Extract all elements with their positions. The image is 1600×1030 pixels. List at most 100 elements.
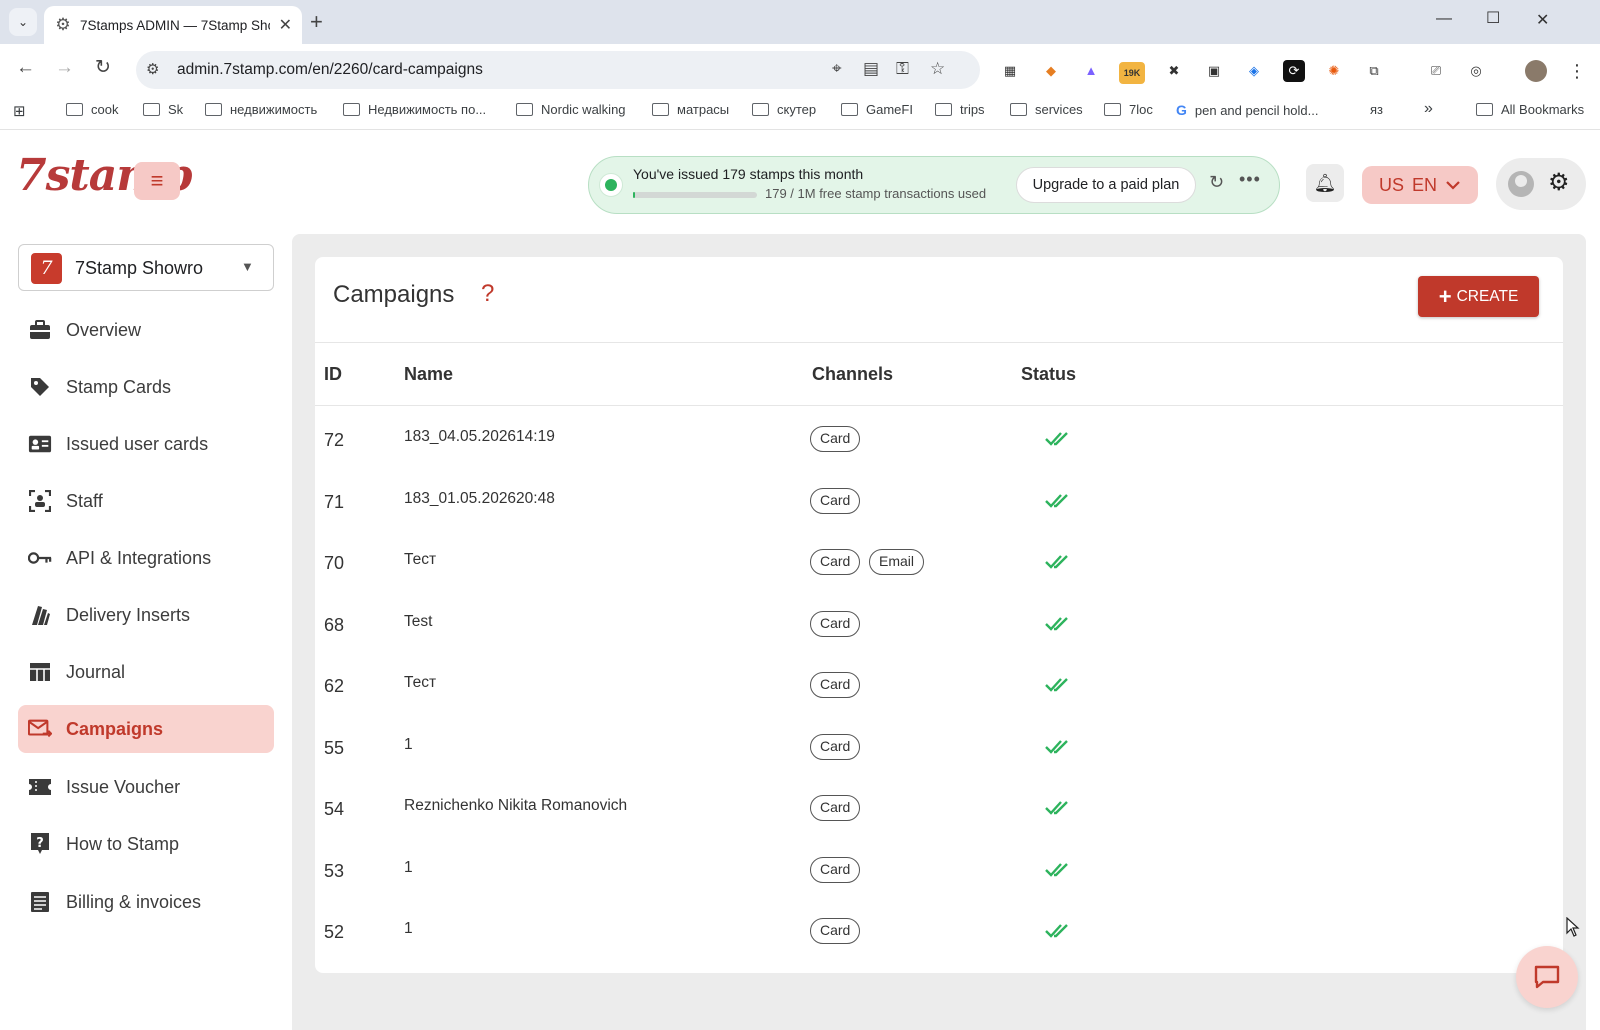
bookmark-realty[interactable]: недвижимость [205,102,317,117]
back-icon[interactable]: ← [16,57,35,79]
all-bookmarks[interactable]: All Bookmarks [1476,102,1584,117]
bookmark-sk[interactable]: Sk [143,102,183,117]
table-row[interactable]: 71 183_01.05.202620:48 Card [315,468,1563,531]
sidebar-item-issued-user-cards[interactable]: Issued user cards [18,420,274,468]
column-status[interactable]: Status [1021,364,1076,385]
notifications-bell-icon[interactable]: 🔔︎ [1306,164,1344,202]
more-bookmarks-icon[interactable]: » [1424,100,1433,118]
browser-menu-icon[interactable]: ⋮ [1566,60,1588,82]
column-channels[interactable]: Channels [812,364,893,385]
tab-search-button[interactable]: ⌄ [9,8,37,36]
create-campaign-button[interactable]: + CREATE [1418,276,1539,317]
sidebar-item-staff[interactable]: Staff [18,477,274,525]
sidebar-item-issue-voucher[interactable]: Issue Voucher [18,763,274,811]
column-id[interactable]: ID [324,364,342,385]
campaign-name[interactable]: 1 [404,736,413,754]
shop-selector[interactable]: 7 7Stamp Showro ▼ [18,244,274,291]
gear-favicon-icon: ⚙ [55,15,71,34]
qr-code-extension-icon[interactable]: ▣ [1203,60,1225,82]
screenshot-icon[interactable]: ◎ [1465,60,1487,82]
bookmark-mattresses[interactable]: матрасы [652,102,729,117]
table-row[interactable]: 62 Тест Card [315,652,1563,715]
maximize-icon[interactable]: ☐ [1486,8,1500,28]
bookmark-cook[interactable]: cook [66,102,118,117]
chat-button[interactable] [1516,946,1578,1008]
qr-extension-icon[interactable]: ▦ [999,60,1021,82]
table-row[interactable]: 55 1 Card [315,714,1563,777]
refresh-icon[interactable]: ↻ [1209,172,1224,193]
campaign-name[interactable]: 183_01.05.202620:48 [404,490,555,508]
sidebar-item-campaigns[interactable]: Campaigns [18,705,274,753]
table-row[interactable]: 54 Reznichenko Nikita Romanovich Card [315,775,1563,838]
folder-icon [516,103,533,116]
sidebar-item-how-to-stamp[interactable]: ? How to Stamp [18,820,274,868]
tag-extension-icon[interactable]: ◈ [1243,60,1265,82]
table-row[interactable]: 72 183_04.05.202614:19 Card [315,406,1563,469]
invoice-icon [28,891,52,913]
cast-icon[interactable]: ⎚ [1425,60,1447,82]
bookmark-7loc[interactable]: 7loc [1104,102,1153,117]
window-close-icon[interactable]: ✕ [1536,10,1549,30]
sidebar-item-stamp-cards[interactable]: Stamp Cards [18,363,274,411]
table-row[interactable]: 53 1 Card [315,837,1563,900]
column-name[interactable]: Name [404,364,453,385]
minimize-icon[interactable]: — [1436,10,1452,28]
address-bar[interactable]: ⚙ admin.7stamp.com/en/2260/card-campaign… [136,51,980,89]
language-selector[interactable]: US EN [1362,166,1478,204]
avatar[interactable] [1508,171,1534,197]
clipboard-icon[interactable]: ▤ [863,59,879,79]
reload-icon[interactable]: ↻ [95,57,111,79]
campaign-name[interactable]: Test [404,613,432,631]
campaign-name[interactable]: 1 [404,920,413,938]
sidebar-item-overview[interactable]: Overview [18,306,274,354]
settings-gear-icon[interactable]: ⚙ [1548,170,1570,196]
bookmark-services[interactable]: services [1010,102,1083,117]
puzzle-x-extension-icon[interactable]: ✖ [1163,60,1185,82]
menu-toggle-button[interactable]: ≡ [134,162,180,200]
password-key-icon[interactable]: ⚿ [896,59,909,79]
sidebar-item-api-integrations[interactable]: API & Integrations [18,534,274,582]
extensions-puzzle-icon[interactable]: ⧉ [1363,60,1385,82]
tab-close-icon[interactable]: ✕ [279,15,292,35]
browser-tab[interactable]: ⚙ 7Stamps ADMIN — 7Stamp Showroom ✕ [44,6,302,44]
profile-avatar-icon[interactable] [1525,60,1547,82]
sidebar-item-delivery-inserts[interactable]: Delivery Inserts [18,591,274,639]
bookmark-star-icon[interactable]: ☆ [930,59,945,79]
url-text[interactable]: admin.7stamp.com/en/2260/card-campaigns [177,61,483,79]
bookmark-pen-pencil[interactable]: Gpen and pencil hold... [1176,102,1319,118]
table-row[interactable]: 70 Тест Card Email [315,529,1563,592]
location-icon[interactable]: ⌖ [832,59,842,79]
metamask-extension-icon[interactable]: ◆ [1040,60,1062,82]
sun-extension-icon[interactable]: ✺ [1323,60,1345,82]
campaign-name[interactable]: Тест [404,551,436,569]
sidebar-item-billing-invoices[interactable]: Billing & invoices [18,878,274,926]
bookmark-scooter[interactable]: скутер [752,102,816,117]
campaign-name[interactable]: 1 [404,859,413,877]
bookmark-realty-2[interactable]: Недвижимость по... [343,102,486,117]
forward-icon[interactable]: → [55,57,74,79]
table-row[interactable]: 52 1 Card [315,898,1563,961]
campaign-id: 70 [324,553,345,573]
help-icon[interactable]: ? [481,280,494,308]
channel-chip: Card [810,733,861,760]
upgrade-button[interactable]: Upgrade to a paid plan [1016,167,1196,203]
site-info-icon[interactable]: ⚙ [146,60,159,78]
bookmark-gamefi[interactable]: GameFI [841,102,913,117]
bookmark-nordic-walking[interactable]: Nordic walking [516,102,626,117]
triangle-extension-icon[interactable]: ▲ [1080,60,1102,82]
campaign-name[interactable]: 183_04.05.202614:19 [404,428,555,446]
campaign-name[interactable]: Reznichenko Nikita Romanovich [404,797,627,815]
new-tab-button[interactable]: + [310,9,323,35]
campaign-name[interactable]: Тест [404,674,436,692]
badge-extension-icon[interactable]: 19K [1119,62,1145,84]
bookmarks-bar: ⊞ cook Sk недвижимость Недвижимость по..… [0,94,1600,130]
sidebar-item-journal[interactable]: Journal [18,648,274,696]
channel-chip: Card [810,856,861,883]
user-menu[interactable]: ⚙ [1496,158,1586,210]
apps-grid-icon[interactable]: ⊞ [13,102,26,120]
bookmark-trips[interactable]: trips [935,102,985,117]
bookmark-yaz[interactable]: яз [1370,102,1383,117]
sync-extension-icon[interactable]: ⟳ [1283,60,1305,82]
table-row[interactable]: 68 Test Card [315,591,1563,654]
more-options-icon[interactable]: ••• [1239,169,1261,190]
